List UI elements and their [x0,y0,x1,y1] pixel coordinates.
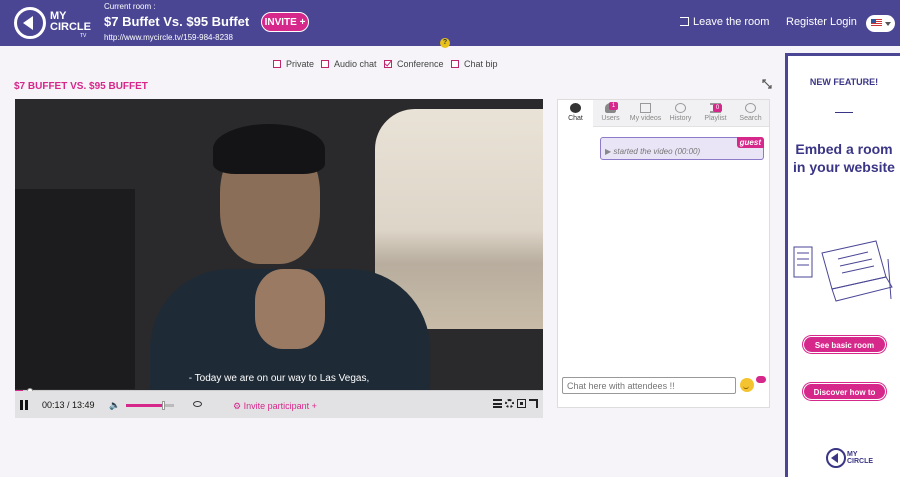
picture-in-picture-icon[interactable] [517,399,526,408]
tab-users-label: Users [601,115,620,122]
video-controls: 00:13 / 13:49 🔈 ⚙︎ Invite participant + [15,391,543,418]
video-frame-person-hair [213,124,325,174]
tab-chat-label: Chat [568,115,583,122]
see-basic-room-button[interactable]: See basic room [803,336,886,353]
eye-icon[interactable] [193,401,202,407]
chat-message: guest ▶ started the video (00:00) [600,137,764,160]
login-link[interactable]: Login [830,16,857,28]
history-icon [675,103,686,113]
tab-search[interactable]: Search [733,100,768,127]
private-option[interactable]: Private [273,59,314,69]
logo-play-icon [23,16,33,30]
volume-slider[interactable] [126,401,174,410]
settings-gear-icon[interactable] [505,399,514,408]
language-selector[interactable] [866,15,895,32]
tab-history-label: History [669,115,692,122]
video-frame-person-hand [255,269,325,349]
chat-tabs: Chat 1 Users My videos History 0 Playlis… [558,100,769,127]
ad-logo-play-icon [831,453,838,463]
ad-logo-text-my: MY [847,451,858,458]
ad-new-feature: NEW FEATURE! [809,77,879,87]
invite-button[interactable]: INVITE + [261,12,309,32]
leave-room-label: Leave the room [693,16,770,28]
ad-headline: Embed a room in your website [793,141,895,175]
audio-chat-checkbox[interactable] [321,60,329,68]
message-body: started the video [613,147,673,156]
chat-bubbles-icon [570,103,581,113]
volume-knob[interactable] [162,401,165,410]
ad-mycircle-logo: MY CIRCLE [826,446,873,472]
tab-users[interactable]: 1 Users [593,100,628,127]
ad-banner: NEW FEATURE! Embed a room in your websit… [785,53,900,477]
logo-text: MY CIRCLE [50,11,91,33]
video-frame-seat [15,189,135,389]
fullscreen-icon[interactable] [529,399,538,408]
users-icon: 1 [605,102,618,113]
chat-bip-checkbox[interactable] [451,60,459,68]
logo-text-tv: TV [80,33,87,39]
speech-bubble-icon[interactable] [756,376,766,383]
document-icon [640,103,651,113]
room-title: $7 Buffet Vs. $95 Buffet [104,14,250,29]
tab-history[interactable]: History [663,100,698,127]
discover-how-to-button[interactable]: Discover how to [803,383,886,400]
mycircle-logo[interactable]: MY CIRCLE TV [14,5,91,41]
audio-chat-option[interactable]: Audio chat [321,59,377,69]
audio-chat-label: Audio chat [334,59,377,69]
ad-divider [835,112,853,113]
playlist-count-badge: 0 [713,104,722,112]
time-display: 00:13 / 13:49 [42,400,95,410]
top-header: MY CIRCLE TV Current room : $7 Buffet Vs… [0,0,900,46]
video-subtitle: - Today we are on our way to Las Vegas, [188,373,370,384]
logo-text-circle: CIRCLE [50,21,91,33]
message-text: ▶ started the video (00:00) [605,147,700,156]
conference-checkbox[interactable] [384,60,392,68]
ad-logo-text: MY CIRCLE [847,451,873,465]
tab-my-videos[interactable]: My videos [628,100,663,127]
pause-icon[interactable] [20,400,28,410]
search-icon [745,103,756,113]
video-title: $7 BUFFET VS. $95 BUFFET [14,81,148,92]
us-flag-icon [871,19,882,27]
message-author-badge: guest [736,137,764,148]
register-link[interactable]: Register [786,16,827,28]
invite-participant-label: Invite participant + [243,401,317,411]
current-room-label: Current room : [104,2,156,11]
emoji-smiley-icon[interactable] [740,378,754,392]
video-player[interactable]: - Today we are on our way to Las Vegas, [15,99,543,391]
tab-my-videos-label: My videos [629,115,662,122]
users-count-badge: 1 [609,102,618,110]
private-checkbox[interactable] [273,60,281,68]
chevron-down-icon [885,22,891,26]
playlist-icon: 0 [710,103,722,113]
volume-fill [126,404,162,407]
expand-icon[interactable] [762,79,772,89]
player-toolbar [493,399,539,411]
chat-bip-option[interactable]: Chat bip [451,59,498,69]
tab-playlist[interactable]: 0 Playlist [698,100,733,127]
room-url[interactable]: http://www.mycircle.tv/159-984-8238 [104,33,233,42]
play-arrow-icon: ▶ [605,147,612,156]
chat-panel: Chat 1 Users My videos History 0 Playlis… [557,99,770,408]
share-icon: ⚙︎ [233,401,242,411]
tab-playlist-label: Playlist [704,115,727,122]
laptop-illustration-icon [793,240,893,302]
private-label: Private [286,59,315,69]
exit-icon [680,17,689,26]
conference-option[interactable]: Conference [384,59,444,69]
invite-participant-link[interactable]: ⚙︎ Invite participant + [233,401,317,412]
chat-input[interactable] [562,377,736,394]
tab-search-label: Search [739,115,762,122]
leave-room-link[interactable]: Leave the room [680,16,769,28]
ad-logo-text-circle: CIRCLE [847,458,874,465]
conference-label: Conference [397,59,444,69]
chat-bip-label: Chat bip [464,59,498,69]
subtitles-list-icon[interactable] [493,399,502,408]
tab-chat[interactable]: Chat [558,100,593,127]
message-time: (00:00) [674,147,701,156]
help-icon[interactable]: ? [440,38,450,48]
volume-icon[interactable]: 🔈 [109,400,120,410]
